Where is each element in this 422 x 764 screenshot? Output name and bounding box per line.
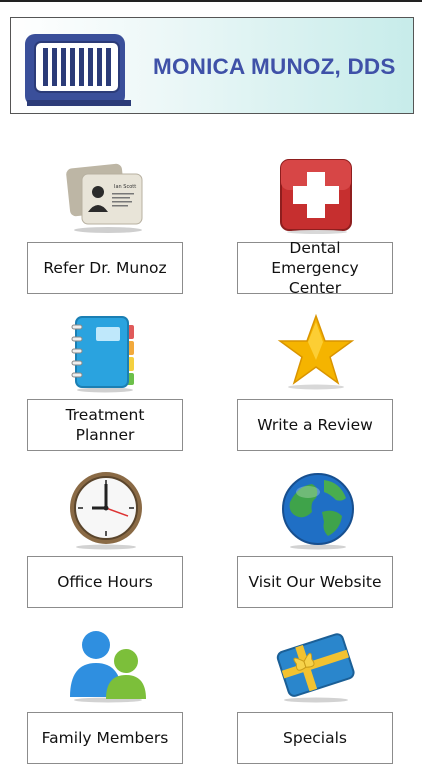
specials-button[interactable]: Specials bbox=[237, 712, 393, 764]
star-icon bbox=[277, 314, 355, 390]
globe-icon bbox=[282, 473, 354, 550]
practice-banner: MONICA MUNOZ, DDS bbox=[10, 17, 414, 114]
treatment-planner-button[interactable]: Treatment Planner bbox=[27, 399, 183, 451]
card-name: Ian Scott bbox=[114, 184, 136, 190]
office-hours-button[interactable]: Office Hours bbox=[27, 556, 183, 608]
tooth-brush-logo-icon bbox=[25, 34, 131, 106]
family-members-button[interactable]: Family Members bbox=[27, 712, 183, 764]
planner-notebook-icon bbox=[71, 316, 134, 393]
top-divider bbox=[0, 0, 422, 2]
emergency-button[interactable]: Dental Emergency Center bbox=[237, 239, 393, 297]
visit-website-button[interactable]: Visit Our Website bbox=[237, 556, 393, 608]
contact-cards-icon: Ian Scott bbox=[66, 163, 143, 233]
family-members-icon bbox=[70, 631, 146, 703]
clock-icon bbox=[70, 472, 142, 550]
refer-button[interactable]: Refer Dr. Munoz bbox=[27, 242, 183, 294]
first-aid-cross-icon bbox=[280, 159, 352, 234]
write-review-button[interactable]: Write a Review bbox=[237, 399, 393, 451]
gift-card-icon bbox=[276, 633, 355, 703]
practice-name: MONICA MUNOZ, DDS bbox=[153, 54, 396, 79]
